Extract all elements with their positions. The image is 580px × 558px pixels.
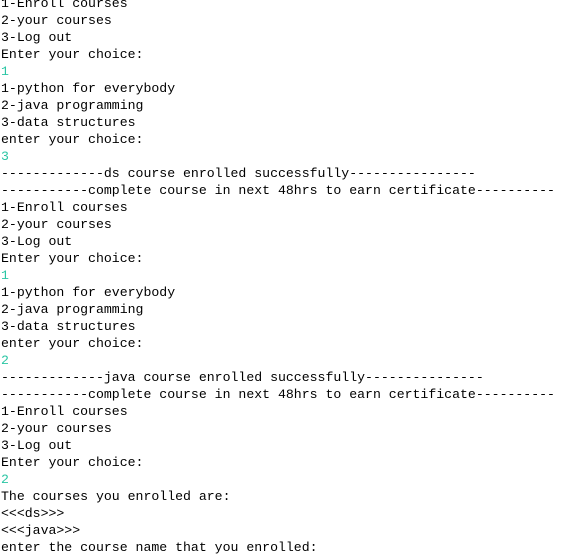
console-output-line: 3-data structures bbox=[1, 115, 136, 130]
console-output-line: 2-java programming bbox=[1, 98, 144, 113]
console-output-line: 3-Log out bbox=[1, 234, 73, 249]
console-output-line: -----------complete course in next 48hrs… bbox=[1, 183, 555, 198]
console-input-line: 2 bbox=[1, 353, 9, 368]
console-output-line: 1-python for everybody bbox=[1, 285, 176, 300]
console-output-line: -------------java course enrolled succes… bbox=[1, 370, 484, 385]
console-output-line: 3-Log out bbox=[1, 30, 73, 45]
console-output-line: 2-your courses bbox=[1, 217, 112, 232]
console-output-line: Enter your choice: bbox=[1, 251, 144, 266]
console-input-line: 2 bbox=[1, 472, 9, 487]
console-output-line: The courses you enrolled are: bbox=[1, 489, 231, 504]
console-input-line: 3 bbox=[1, 149, 9, 164]
console-output-line: 1-Enroll courses bbox=[1, 200, 128, 215]
console-output-line: 2-java programming bbox=[1, 302, 144, 317]
console-output-line: 3-Log out bbox=[1, 438, 73, 453]
console-output-line: -----------complete course in next 48hrs… bbox=[1, 387, 555, 402]
console-output-line: Enter your choice: bbox=[1, 47, 144, 62]
console-input-line: 1 bbox=[1, 268, 9, 283]
console-output-line: Enter your choice: bbox=[1, 455, 144, 470]
console-output-line: 1-Enroll courses bbox=[1, 0, 128, 11]
console-output-line: 2-your courses bbox=[1, 13, 112, 28]
console-output-line: 1-python for everybody bbox=[1, 81, 176, 96]
console-output[interactable]: 1-Enroll courses 2-your courses 3-Log out E… bbox=[1, 0, 579, 556]
console-input-line: 1 bbox=[1, 64, 9, 79]
console-output-line: 2-your courses bbox=[1, 421, 112, 436]
console-output-line: 1-Enroll courses bbox=[1, 404, 128, 419]
console-output-line: enter your choice: bbox=[1, 132, 144, 147]
console-output-line: -------------ds course enrolled successf… bbox=[1, 166, 476, 181]
console-output-line: <<<ds>>> bbox=[1, 506, 65, 521]
console-output-line: <<<java>>> bbox=[1, 523, 81, 538]
console-output-line: enter your choice: bbox=[1, 336, 144, 351]
console-output-line: 3-data structures bbox=[1, 319, 136, 334]
console-output-line: enter the course name that you enrolled: bbox=[1, 540, 318, 555]
